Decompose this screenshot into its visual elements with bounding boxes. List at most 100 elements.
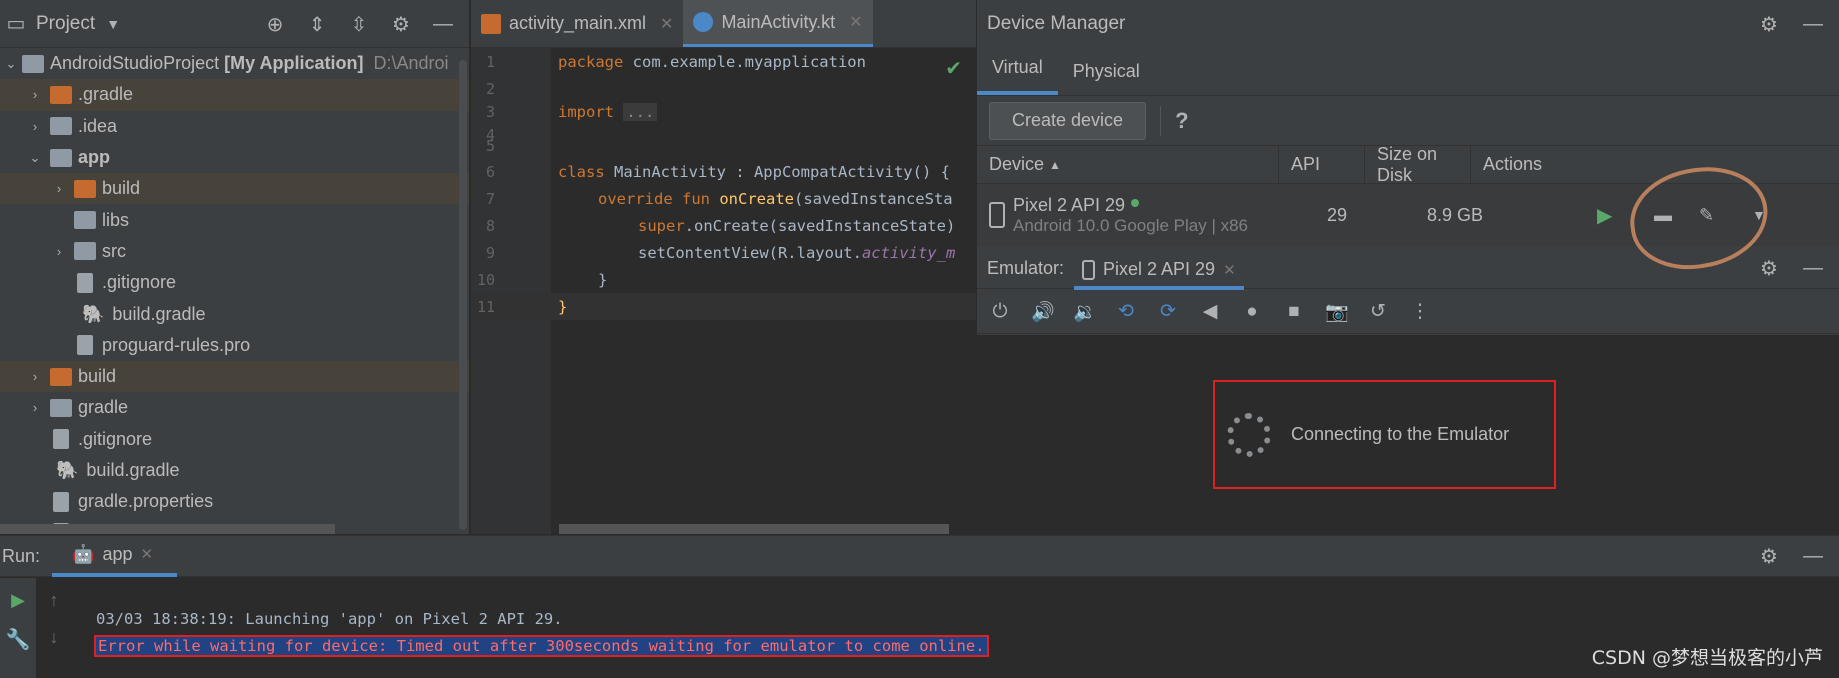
minimize-icon[interactable]: — [1801, 545, 1825, 568]
close-icon[interactable]: ✕ [660, 14, 673, 34]
project-view-selector[interactable]: Project [36, 13, 95, 35]
volume-down-icon[interactable]: 🔉 [1073, 300, 1097, 324]
wrench-icon[interactable]: 🔧 [6, 627, 31, 652]
phone-icon [989, 202, 1005, 228]
project-view-icon[interactable]: ▭ [4, 11, 28, 36]
tree-item-src[interactable]: › src [0, 236, 469, 267]
minimize-icon[interactable]: — [1801, 257, 1825, 280]
tree-item-gradle[interactable]: › .gradle [0, 79, 469, 111]
arrow-up-icon[interactable]: ↑ [50, 590, 59, 611]
code-line[interactable]: 9 setContentView(R.layout.activity_m [471, 239, 976, 266]
snapshot-icon[interactable]: ↺ [1367, 300, 1389, 323]
gear-icon[interactable]: ⚙ [1757, 256, 1781, 281]
chevron-down-icon[interactable]: ▼ [101, 16, 125, 32]
tab-label: MainActivity.kt [721, 11, 836, 32]
help-icon[interactable]: ? [1175, 108, 1188, 134]
tab-activity-main-xml[interactable]: activity_main.xml ✕ [471, 0, 683, 47]
run-console[interactable]: 03/03 18:38:19: Launching 'app' on Pixel… [94, 606, 989, 660]
rotate-right-icon[interactable]: ⟳ [1157, 300, 1179, 323]
rerun-icon[interactable]: ▶ [11, 590, 25, 611]
home-icon[interactable]: ● [1241, 301, 1263, 323]
chevron-down-icon[interactable]: ⌄ [4, 56, 18, 72]
rotate-left-icon[interactable]: ⟲ [1115, 300, 1137, 323]
code-line[interactable]: 6 class MainActivity : AppCompatActivity… [471, 158, 976, 185]
code-line[interactable]: 10 } [471, 266, 976, 293]
device-manager-header: Device Manager ⚙ — [977, 0, 1839, 48]
code-line-current[interactable]: 11 } [471, 293, 976, 320]
gear-icon[interactable]: ⚙ [1757, 12, 1781, 37]
column-device[interactable]: Device ▲ [977, 145, 1279, 184]
line-number: 1 [485, 52, 495, 71]
tab-virtual[interactable]: Virtual [977, 57, 1058, 95]
chevron-right-icon[interactable]: › [52, 244, 66, 259]
code-line[interactable]: 5 [471, 132, 976, 159]
chevron-right-icon[interactable]: › [28, 87, 42, 102]
code-line[interactable]: 7 override fun onCreate(savedInstanceSta [471, 185, 976, 212]
close-icon[interactable]: ✕ [141, 545, 154, 563]
project-panel: ▭ Project ▼ ⊕ ⇕ ⇳ ⚙ — ⌄ AndroidStudioPro… [0, 0, 470, 534]
project-header: ▭ Project ▼ ⊕ ⇕ ⇳ ⚙ — [0, 0, 469, 48]
tree-item-build-gradle[interactable]: 🐘 build.gradle [0, 455, 469, 486]
line-number: 2 [485, 79, 495, 98]
close-icon[interactable]: ✕ [1223, 261, 1236, 279]
folder-icon [50, 85, 72, 104]
chevron-down-icon[interactable]: ⌄ [28, 150, 42, 166]
project-scrollbar[interactable] [459, 60, 467, 530]
file-icon [77, 272, 93, 293]
emulator-tab[interactable]: Pixel 2 API 29 ✕ [1074, 255, 1244, 290]
tree-item-gitignore[interactable]: .gitignore [0, 424, 469, 455]
minimize-icon[interactable]: — [1801, 13, 1825, 36]
gear-icon[interactable]: ⚙ [1757, 544, 1781, 569]
tree-item-gradle-properties[interactable]: gradle.properties [0, 486, 469, 517]
back-icon[interactable]: ◀ [1199, 300, 1221, 323]
minimize-icon[interactable]: — [431, 13, 455, 36]
collapse-all-icon[interactable]: ⇳ [347, 12, 371, 37]
loading-spinner-icon [1227, 412, 1271, 457]
tree-item-idea[interactable]: › .idea [0, 111, 469, 142]
editor-horizontal-scrollbar[interactable] [559, 524, 949, 534]
tree-root[interactable]: ⌄ AndroidStudioProject [My Application] … [0, 48, 469, 79]
tree-item-gradle-dir[interactable]: › gradle [0, 392, 469, 423]
connecting-highlight-box: Connecting to the Emulator [1213, 380, 1556, 489]
code-line[interactable]: 8 super.onCreate(savedInstanceState) [471, 212, 976, 239]
connecting-status-text: Connecting to the Emulator [1291, 424, 1510, 444]
create-device-button[interactable]: Create device [989, 101, 1147, 140]
device-api: 29 [1327, 204, 1348, 225]
tree-item-app-build-gradle[interactable]: 🐘 build.gradle [0, 298, 469, 329]
close-icon[interactable]: ✕ [849, 12, 862, 32]
code-keyword: package [558, 52, 624, 71]
code-line[interactable]: 1 package com.example.myapplication [471, 48, 976, 75]
folded-imports[interactable]: ... [623, 102, 658, 121]
tree-item-app-gitignore[interactable]: .gitignore [0, 267, 469, 298]
arrow-down-icon[interactable]: ↓ [50, 627, 59, 648]
more-vertical-icon[interactable]: ⋮ [1409, 300, 1431, 323]
chevron-right-icon[interactable]: › [52, 181, 66, 196]
chevron-right-icon[interactable]: › [28, 369, 42, 384]
code-editor: activity_main.xml ✕ MainActivity.kt ✕ ✔ … [471, 0, 976, 534]
run-tab-app[interactable]: 🤖 app ✕ [52, 536, 178, 577]
expand-all-icon[interactable]: ⇕ [305, 12, 329, 37]
tree-item-label: .gradle [78, 84, 134, 105]
overview-icon[interactable]: ■ [1283, 301, 1305, 323]
code-keyword: class [558, 162, 605, 181]
column-size[interactable]: Size on Disk [1365, 144, 1471, 185]
tree-item-app-build[interactable]: › build [0, 173, 469, 205]
tree-item-app[interactable]: ⌄ app [0, 142, 469, 173]
chevron-right-icon[interactable]: › [28, 119, 42, 134]
power-icon[interactable]: ⏻ [989, 301, 1011, 323]
tree-item-libs[interactable]: libs [0, 204, 469, 235]
gear-icon[interactable]: ⚙ [389, 12, 413, 37]
camera-icon[interactable]: 📷 [1325, 300, 1349, 324]
column-api[interactable]: API [1279, 145, 1365, 184]
locate-icon[interactable]: ⊕ [263, 12, 287, 37]
tree-item-label: build.gradle [112, 303, 206, 324]
play-icon[interactable]: ▶ [1597, 203, 1612, 228]
tab-mainactivity-kt[interactable]: MainActivity.kt ✕ [683, 0, 873, 47]
tree-item-proguard[interactable]: proguard-rules.pro [0, 330, 469, 361]
project-horizontal-scrollbar[interactable] [0, 524, 335, 534]
chevron-right-icon[interactable]: › [28, 400, 42, 415]
tree-item-build[interactable]: › build [0, 360, 469, 393]
tab-physical[interactable]: Physical [1058, 61, 1155, 95]
volume-up-icon[interactable]: 🔊 [1031, 300, 1055, 324]
device-subtitle: Android 10.0 Google Play | x86 [1013, 215, 1249, 235]
